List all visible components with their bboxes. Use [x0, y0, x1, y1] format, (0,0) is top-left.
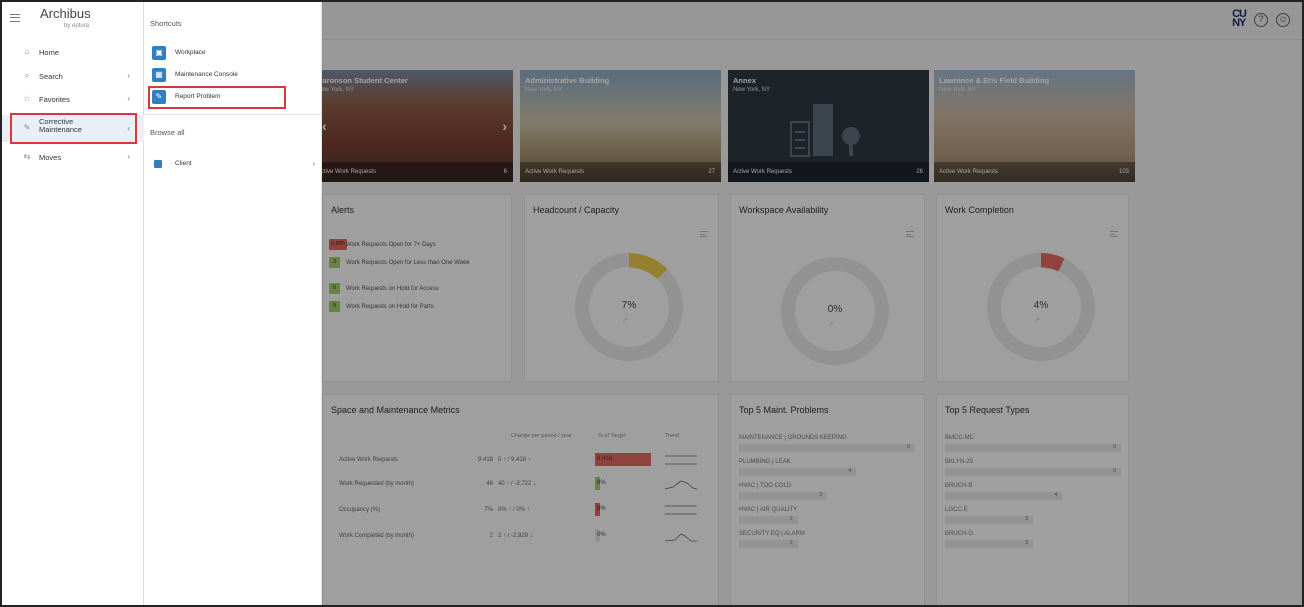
search-icon: ⌕ [24, 71, 30, 80]
highlight-box [10, 113, 137, 144]
sidebar-item-label: Favorites [39, 95, 70, 104]
chevron-right-icon: › [127, 71, 130, 80]
highlight-box [148, 86, 286, 109]
sidebar-item-home[interactable]: ⌂ Home [2, 42, 144, 62]
folder-icon [154, 160, 162, 168]
home-icon: ⌂ [24, 47, 30, 56]
grid-icon: ▦ [152, 68, 166, 82]
app-window: CU NY ? ☺ Aaronson Student Center New Yor… [0, 0, 1304, 607]
sidebar: Archibus by eptura ⌂ Home ⌕ Search › ☆ F… [2, 2, 144, 605]
shortcut-label: Workplace [175, 49, 206, 56]
chevron-right-icon: › [127, 94, 130, 103]
hamburger-menu-icon[interactable] [10, 14, 20, 22]
sidebar-item-label: Moves [39, 153, 62, 162]
shortcuts-heading: Shortcuts [150, 19, 182, 28]
moves-icon: ⇆ [23, 152, 31, 161]
workplace-icon: ▣ [152, 46, 166, 60]
chevron-right-icon: › [127, 152, 130, 161]
chevron-right-icon: › [312, 159, 315, 168]
browse-item-label: Client [175, 160, 192, 167]
browse-all-heading: Browse all [150, 128, 185, 137]
shortcut-maintenance-console[interactable]: ▦ Maintenance Console [150, 67, 315, 84]
shortcut-workplace[interactable]: ▣ Workplace [150, 45, 315, 62]
sidebar-item-favorites[interactable]: ☆ Favorites › [2, 89, 144, 109]
sidebar-item-search[interactable]: ⌕ Search › [2, 66, 144, 86]
sidebar-item-label: Search [39, 72, 63, 81]
archibus-logo: Archibus [40, 6, 91, 21]
divider [144, 114, 322, 115]
sidebar-item-moves[interactable]: ⇆ Moves › [2, 147, 144, 167]
shortcut-label: Maintenance Console [175, 71, 238, 78]
sidebar-item-label: Home [39, 48, 60, 57]
eptura-logo: by eptura [64, 23, 90, 29]
navigation-flyout: Shortcuts ▣ Workplace ▦ Maintenance Cons… [144, 2, 322, 605]
star-icon: ☆ [23, 94, 31, 103]
browse-item-client[interactable]: Client › [150, 159, 318, 171]
